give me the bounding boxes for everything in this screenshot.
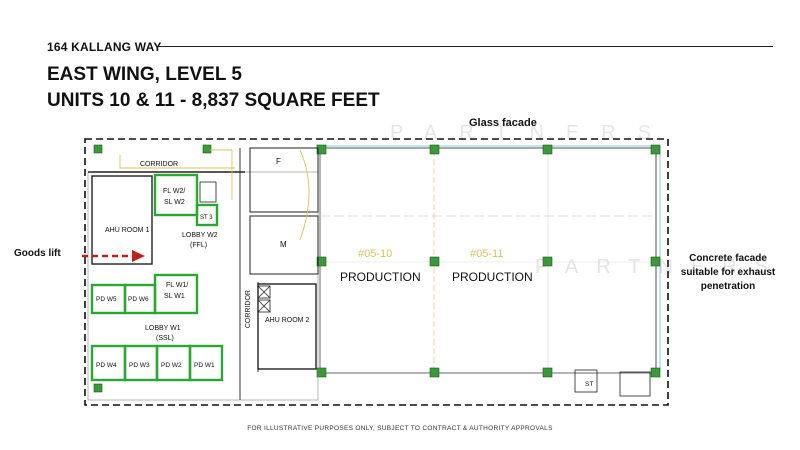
column bbox=[650, 256, 661, 267]
pd-w6-label: PD W6 bbox=[128, 296, 149, 303]
pd-w4-label: PD W4 bbox=[96, 362, 117, 369]
production-label-1: PRODUCTION bbox=[340, 270, 421, 284]
ahu-room-1 bbox=[91, 175, 153, 265]
lobby-w1-label: LOBBY W1 bbox=[145, 325, 181, 332]
green-rooms bbox=[90, 173, 224, 382]
ahu-room-1-label: AHU ROOM 1 bbox=[105, 227, 149, 234]
column bbox=[316, 367, 327, 378]
column bbox=[542, 144, 553, 155]
column bbox=[429, 256, 440, 267]
st-bottom-label: ST bbox=[585, 381, 593, 388]
column bbox=[650, 144, 661, 155]
column bbox=[542, 367, 553, 378]
ffl-label: (FFL) bbox=[190, 242, 207, 249]
pd-w5-label: PD W5 bbox=[96, 296, 117, 303]
column bbox=[93, 383, 103, 393]
fl-w1-label: FL W1/ bbox=[166, 282, 188, 289]
column bbox=[429, 367, 440, 378]
goods-lift-arrowhead bbox=[132, 250, 145, 262]
column bbox=[429, 144, 440, 155]
stair bbox=[199, 181, 217, 203]
corridor-side-label: CORRIDOR bbox=[245, 290, 252, 328]
lobby-w2-label: LOBBY W2 bbox=[182, 232, 218, 239]
column bbox=[202, 144, 212, 154]
fl-w2-label: FL W2/ bbox=[163, 188, 185, 195]
unit-11-label: #05-11 bbox=[470, 248, 503, 260]
column bbox=[650, 367, 661, 378]
sl-w2-label: SL W2 bbox=[164, 199, 185, 206]
production-label-2: PRODUCTION bbox=[452, 270, 533, 284]
lift-shafts bbox=[199, 181, 651, 397]
f-room-label: F bbox=[276, 157, 281, 166]
production-outline bbox=[319, 147, 657, 374]
corridor-top-label: CORRIDOR bbox=[140, 161, 178, 168]
column bbox=[542, 256, 553, 267]
m-room-label: M bbox=[280, 240, 287, 249]
yellow-path bbox=[210, 149, 233, 200]
ahu-room-2-label: AHU ROOM 2 bbox=[265, 317, 309, 324]
unit-10-label: #05-10 bbox=[358, 248, 392, 260]
stair-bottom-right bbox=[619, 371, 651, 397]
disclaimer-footer: FOR ILLUSTRATIVE PURPOSES ONLY, SUBJECT … bbox=[247, 425, 553, 432]
ahu-room-2 bbox=[257, 283, 317, 370]
sl-w1-label: SL W1 bbox=[164, 293, 185, 300]
pd-w1-label: PD W1 bbox=[194, 362, 215, 369]
pd-w2-label: PD W2 bbox=[161, 362, 182, 369]
ssl-label: (SSL) bbox=[156, 335, 174, 342]
pd-w3-label: PD W3 bbox=[129, 362, 150, 369]
fl-w2-room bbox=[153, 173, 199, 217]
st3-label: ST 3 bbox=[200, 215, 213, 221]
column bbox=[93, 144, 103, 154]
f-wc-block bbox=[249, 147, 319, 213]
yellow-path bbox=[299, 149, 310, 241]
columns bbox=[93, 144, 661, 393]
floor-plan: CORRIDOR AHU ROOM 1 FL W2/ SL W2 ST 3 LO… bbox=[82, 138, 669, 406]
